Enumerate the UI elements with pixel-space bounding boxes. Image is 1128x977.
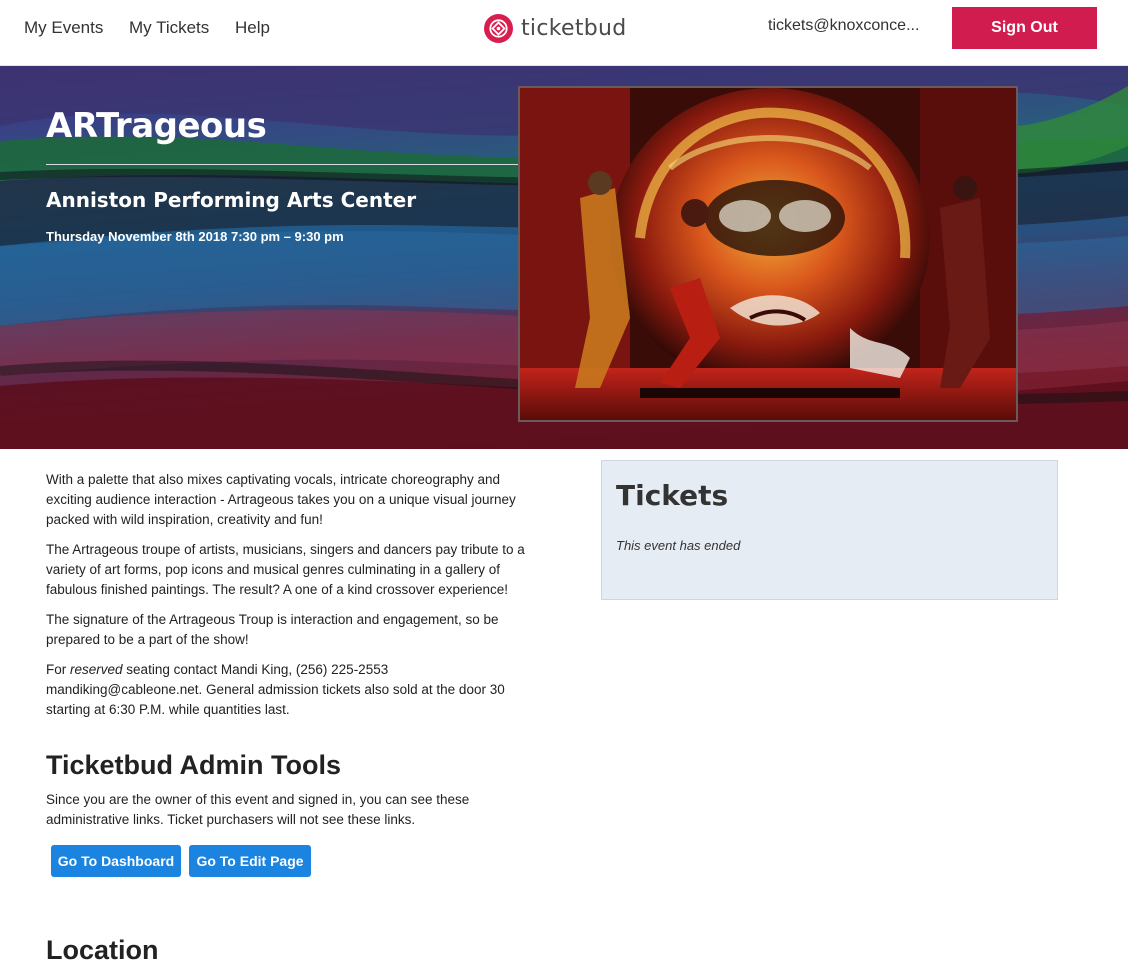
nav-help[interactable]: Help xyxy=(235,17,270,39)
event-datetime: Thursday November 8th 2018 7:30 pm – 9:3… xyxy=(46,229,344,244)
location-title: Location xyxy=(46,935,159,965)
reserved-word: reserved xyxy=(70,662,123,677)
go-to-edit-page-button[interactable]: Go To Edit Page xyxy=(189,845,311,877)
reserved-prefix: For xyxy=(46,662,71,677)
ticketbud-logo-icon xyxy=(484,13,513,43)
tickets-status: This event has ended xyxy=(616,538,741,553)
description-paragraph: The Artrageous troupe of artists, musici… xyxy=(46,542,525,597)
sign-out-button[interactable]: Sign Out xyxy=(952,7,1097,49)
nav-my-events[interactable]: My Events xyxy=(24,17,103,39)
reserved-seating-paragraph: For reserved seating contact Mandi King,… xyxy=(46,660,536,720)
description-paragraph: With a palette that also mixes captivati… xyxy=(46,472,516,527)
event-hero: ARTrageous Anniston Performing Arts Cent… xyxy=(0,66,1128,449)
event-title: ARTrageous xyxy=(46,106,267,146)
event-description: With a palette that also mixes captivati… xyxy=(46,470,536,730)
top-navigation: My Events My Tickets Help ticketbud tick… xyxy=(0,0,1128,66)
tickets-title: Tickets xyxy=(616,479,729,512)
title-divider xyxy=(46,164,518,165)
description-paragraph: The signature of the Artrageous Troup is… xyxy=(46,612,499,647)
event-venue: Anniston Performing Arts Center xyxy=(46,188,417,212)
admin-tools-title: Ticketbud Admin Tools xyxy=(46,750,342,780)
go-to-dashboard-button[interactable]: Go To Dashboard xyxy=(51,845,181,877)
ticketbud-logo[interactable]: ticketbud xyxy=(484,12,627,44)
logo-text: ticketbud xyxy=(521,15,627,41)
event-image xyxy=(518,86,1018,422)
admin-tools-text: Since you are the owner of this event an… xyxy=(46,792,470,827)
nav-my-tickets[interactable]: My Tickets xyxy=(129,17,209,39)
tickets-panel: Tickets This event has ended xyxy=(601,460,1058,600)
user-email[interactable]: tickets@knoxconce... xyxy=(768,17,928,35)
